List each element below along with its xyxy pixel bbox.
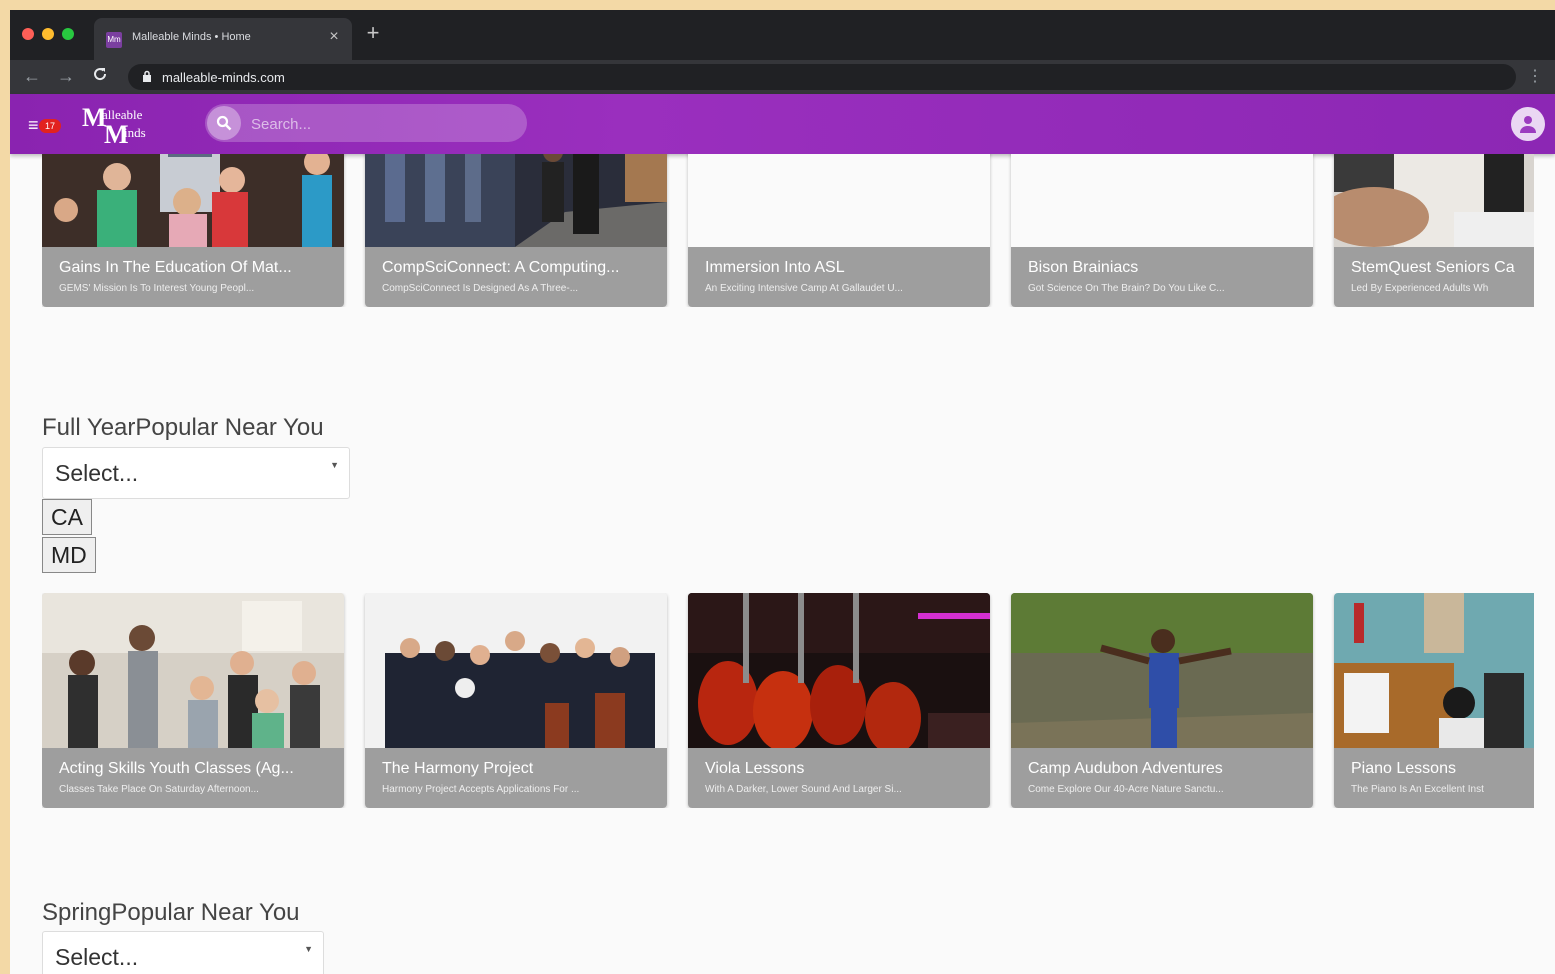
select-value: Select... [55,944,139,970]
card-caption: Acting Skills Youth Classes (Ag... Class… [42,748,344,808]
url-field[interactable]: malleable-minds.com [128,64,1516,90]
card-title: Viola Lessons [705,760,805,777]
card-caption: StemQuest Seniors Ca Led By Experienced … [1334,247,1534,307]
card-caption: Immersion Into ASL An Exciting Intensive… [688,247,990,307]
browser-window: Mm Malleable Minds • Home × + ← → mallea… [10,10,1555,974]
card-title: Immersion Into ASL [705,259,845,276]
card-subtitle: Got Science On The Brain? Do You Like C.… [1028,283,1225,294]
app-header: ≡ 17 M alleable M inds [10,94,1555,154]
card-title: Bison Brainiacs [1028,259,1139,276]
card-title: Gains In The Education Of Mat... [59,259,292,276]
chevron-down-icon: ▼ [304,944,313,954]
hamburger-menu-icon[interactable]: ≡ [28,116,39,134]
card-caption: The Harmony Project Harmony Project Acce… [365,748,667,808]
card-caption: Gains In The Education Of Mat... GEMS' M… [42,247,344,307]
program-card[interactable]: Acting Skills Youth Classes (Ag... Class… [42,593,344,808]
minimize-window-button[interactable] [42,28,54,40]
card-row-1: Gains In The Education Of Mat... GEMS' M… [42,154,1534,307]
close-window-button[interactable] [22,28,34,40]
section-title: SpringPopular Near You [42,899,300,926]
main-content: Gains In The Education Of Mat... GEMS' M… [10,154,1555,974]
favicon-icon: Mm [106,32,122,48]
card-image-blank [688,154,990,247]
back-arrow-icon[interactable]: ← [22,66,42,87]
tab-bar: Mm Malleable Minds • Home × + [10,10,1555,60]
card-subtitle: CompSciConnect Is Designed As A Three-..… [382,283,579,294]
card-subtitle: The Piano Is An Excellent Inst [1351,784,1484,795]
card-caption: Camp Audubon Adventures Come Explore Our… [1011,748,1313,808]
region-select[interactable]: Select... ▼ [42,931,324,974]
card-subtitle: Led By Experienced Adults Wh [1351,283,1489,294]
search-icon[interactable] [207,106,241,140]
forward-arrow-icon[interactable]: → [56,66,76,87]
card-subtitle: With A Darker, Lower Sound And Larger Si… [705,784,902,795]
search-bar [205,104,527,142]
tab-title: Malleable Minds • Home [132,31,251,43]
tab-close-icon[interactable]: × [326,28,342,46]
card-image-violas [688,593,990,803]
lock-icon [142,70,152,85]
program-card[interactable]: Viola Lessons With A Darker, Lower Sound… [688,593,990,808]
card-title: Acting Skills Youth Classes (Ag... [59,760,294,777]
logo-line2: inds [124,125,146,140]
program-card[interactable]: CompSciConnect: A Computing... CompSciCo… [365,154,667,307]
card-subtitle: GEMS' Mission Is To Interest Young Peopl… [59,283,255,294]
region-select[interactable]: Select... ▼ [42,447,350,499]
card-title: Camp Audubon Adventures [1028,760,1223,777]
state-button-ca[interactable]: CA [42,499,92,535]
program-card[interactable]: Piano Lessons The Piano Is An Excellent … [1334,593,1534,808]
card-row-2: Acting Skills Youth Classes (Ag... Class… [42,593,1534,808]
card-caption: Bison Brainiacs Got Science On The Brain… [1011,247,1313,307]
search-input[interactable] [249,110,513,138]
section-title: Full YearPopular Near You [42,414,324,441]
card-image-creek-kid [1011,593,1313,803]
program-card[interactable]: Immersion Into ASL An Exciting Intensive… [688,154,990,307]
card-caption: CompSciConnect: A Computing... CompSciCo… [365,247,667,307]
card-image-piano [1334,593,1534,803]
card-image-kids-science [42,154,344,247]
url-text: malleable-minds.com [162,70,285,85]
card-image-blank [1011,154,1313,247]
card-image-microscope [1334,154,1534,247]
malleable-minds-logo[interactable]: M alleable M inds [82,104,172,148]
card-caption: Viola Lessons With A Darker, Lower Sound… [688,748,990,808]
reload-icon[interactable] [90,66,110,87]
card-subtitle: Come Explore Our 40-Acre Nature Sanctu..… [1028,784,1224,795]
card-title: CompSciConnect: A Computing... [382,259,620,276]
program-card[interactable]: Bison Brainiacs Got Science On The Brain… [1011,154,1313,307]
browser-menu-icon[interactable]: ⋮ [1527,66,1543,86]
browser-tab[interactable]: Mm Malleable Minds • Home × [94,18,352,60]
program-card[interactable]: StemQuest Seniors Ca Led By Experienced … [1334,154,1534,307]
address-bar: ← → malleable-minds.com ⋮ [10,60,1555,94]
card-title: The Harmony Project [382,760,534,777]
program-card[interactable]: The Harmony Project Harmony Project Acce… [365,593,667,808]
program-card[interactable]: Gains In The Education Of Mat... GEMS' M… [42,154,344,307]
select-value: Select... [55,460,139,486]
card-title: StemQuest Seniors Ca [1351,259,1515,276]
card-image-orchestra [365,593,667,803]
card-subtitle: Harmony Project Accepts Applications For… [382,784,580,795]
program-card[interactable]: Camp Audubon Adventures Come Explore Our… [1011,593,1313,808]
card-subtitle: Classes Take Place On Saturday Afternoon… [59,784,259,795]
maximize-window-button[interactable] [62,28,74,40]
notification-badge: 17 [39,119,61,133]
card-image-acting-kids [42,593,344,803]
card-caption: Piano Lessons The Piano Is An Excellent … [1334,748,1534,808]
card-title: Piano Lessons [1351,760,1456,777]
user-avatar-icon[interactable] [1511,107,1545,141]
chevron-down-icon: ▼ [330,460,339,470]
card-subtitle: An Exciting Intensive Camp At Gallaudet … [705,283,903,294]
state-button-md[interactable]: MD [42,537,96,573]
new-tab-button[interactable]: + [362,22,384,44]
card-image-computing-hallway [365,154,667,247]
